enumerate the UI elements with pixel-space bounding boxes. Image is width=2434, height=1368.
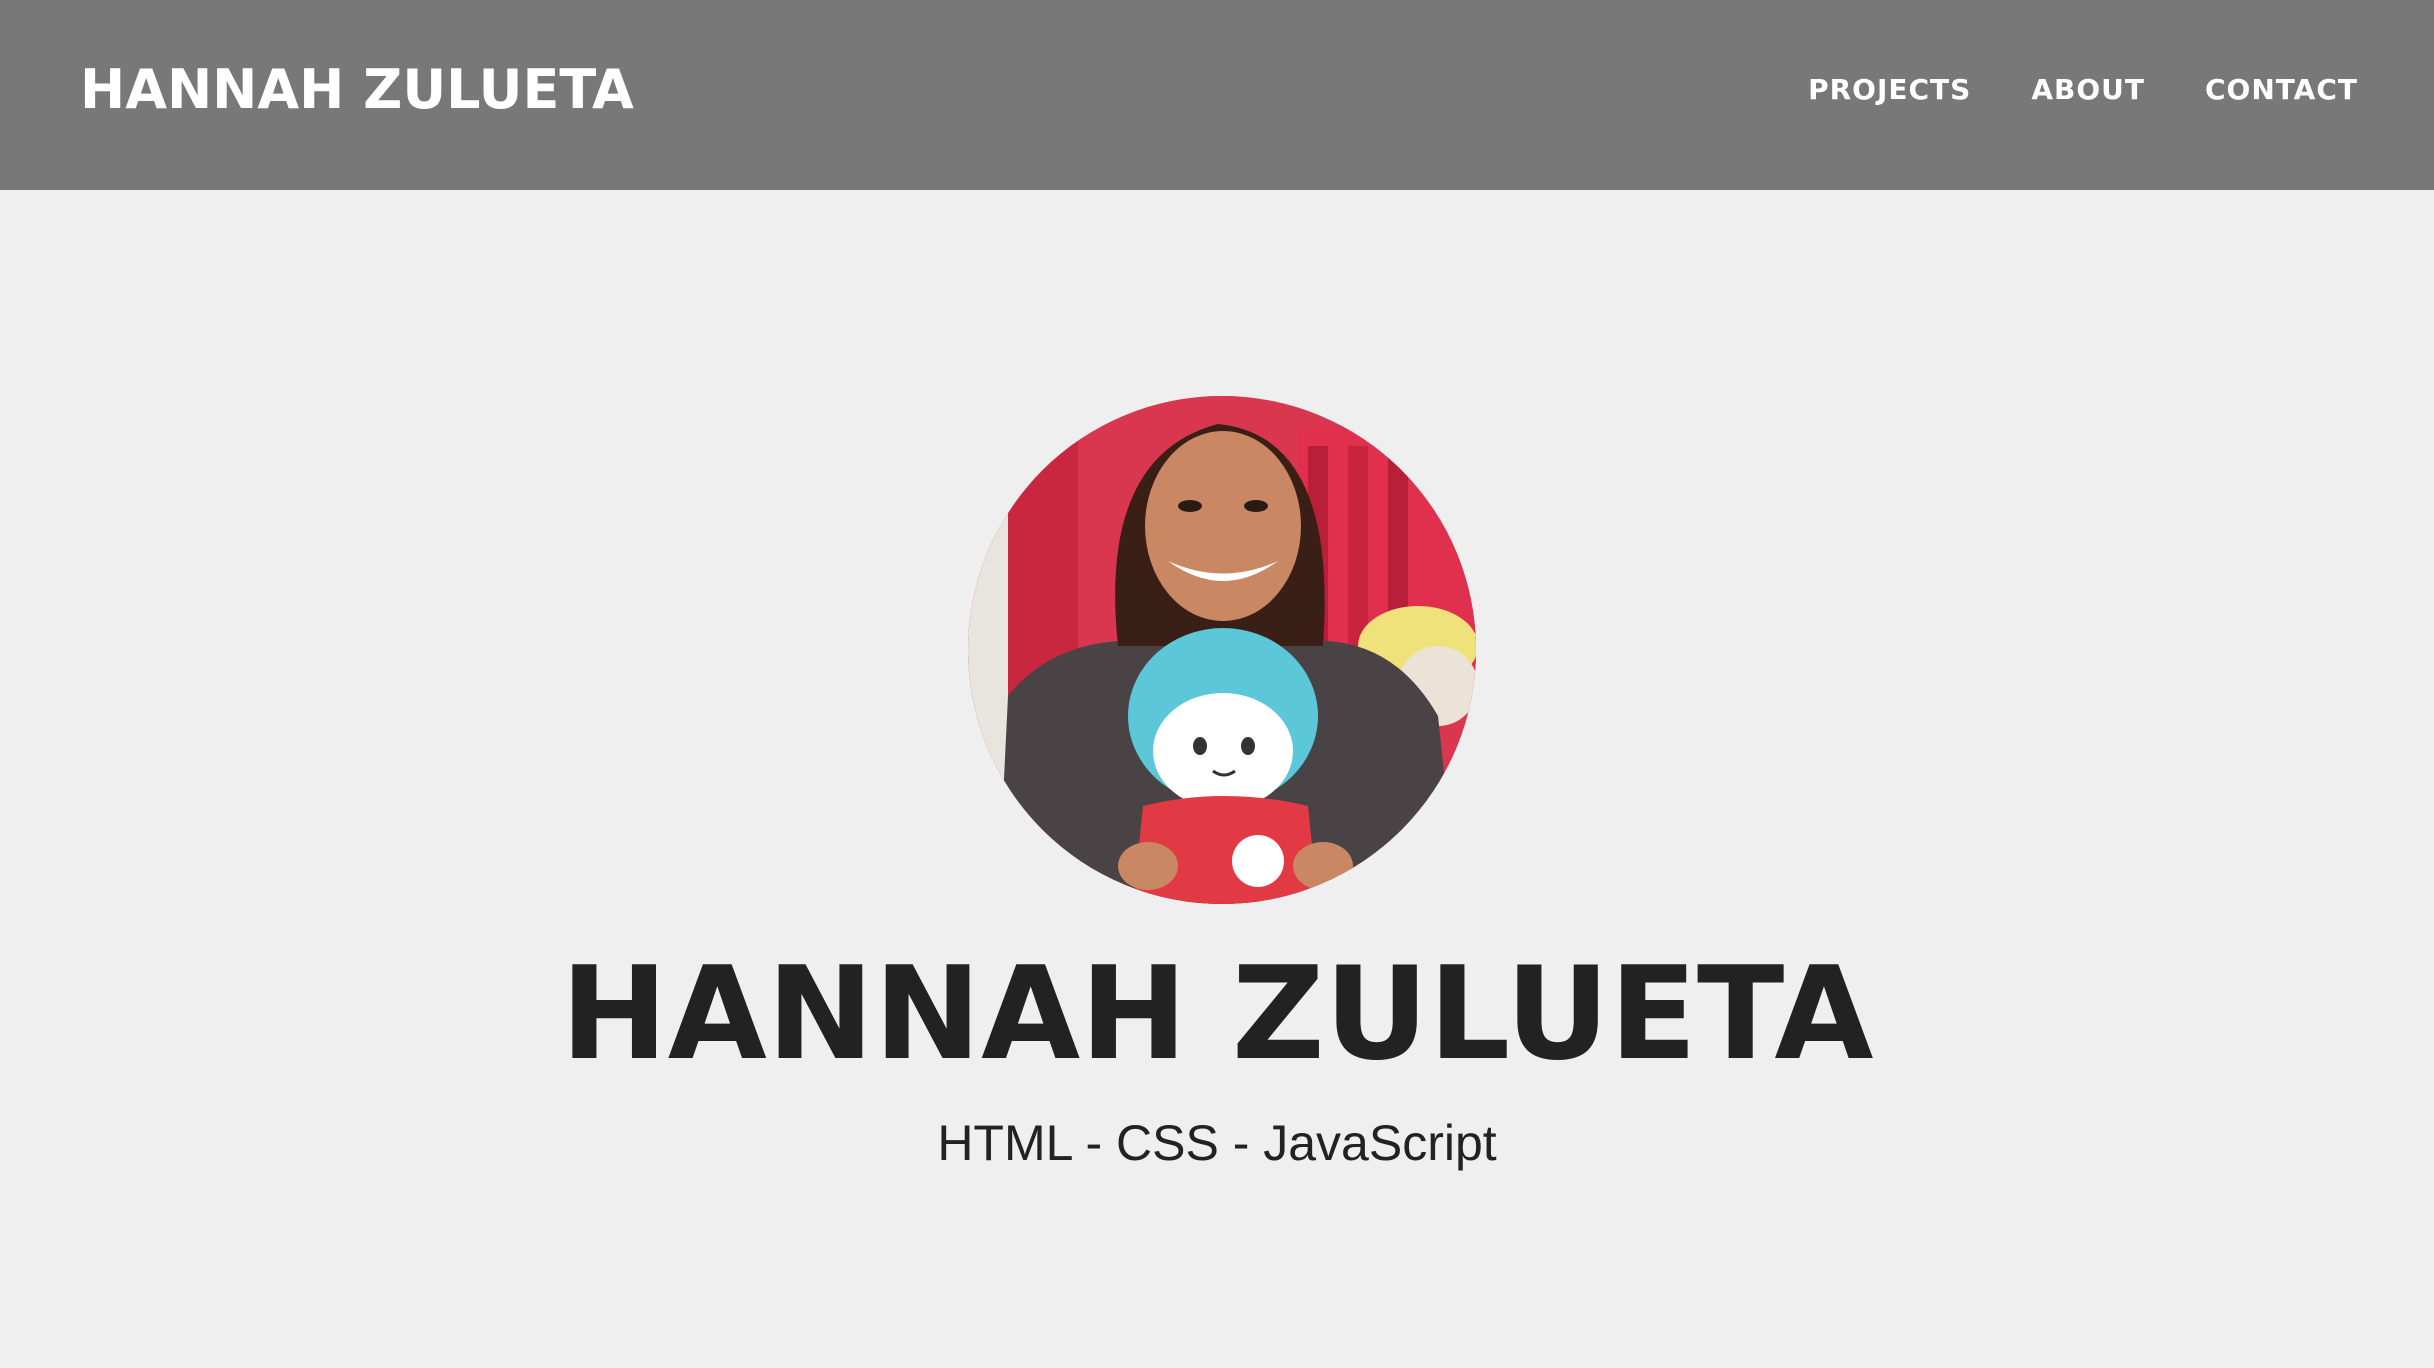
hero-title: HANNAH ZULUETA xyxy=(560,940,1874,1089)
brand-logo-link[interactable]: HANNAH ZULUETA xyxy=(80,58,634,122)
nav-link-projects[interactable]: PROJECTS xyxy=(1808,70,1971,110)
profile-photo-avatar xyxy=(968,396,1476,904)
profile-photo-illustration xyxy=(968,396,1476,904)
top-navbar: HANNAH ZULUETA PROJECTS ABOUT CONTACT xyxy=(0,0,2434,190)
nav-link-contact[interactable]: CONTACT xyxy=(2205,70,2358,110)
hero-subtitle: HTML - CSS - JavaScript xyxy=(937,1115,1497,1171)
nav-menu: PROJECTS ABOUT CONTACT xyxy=(1808,70,2358,110)
nav-link-about[interactable]: ABOUT xyxy=(2031,70,2145,110)
